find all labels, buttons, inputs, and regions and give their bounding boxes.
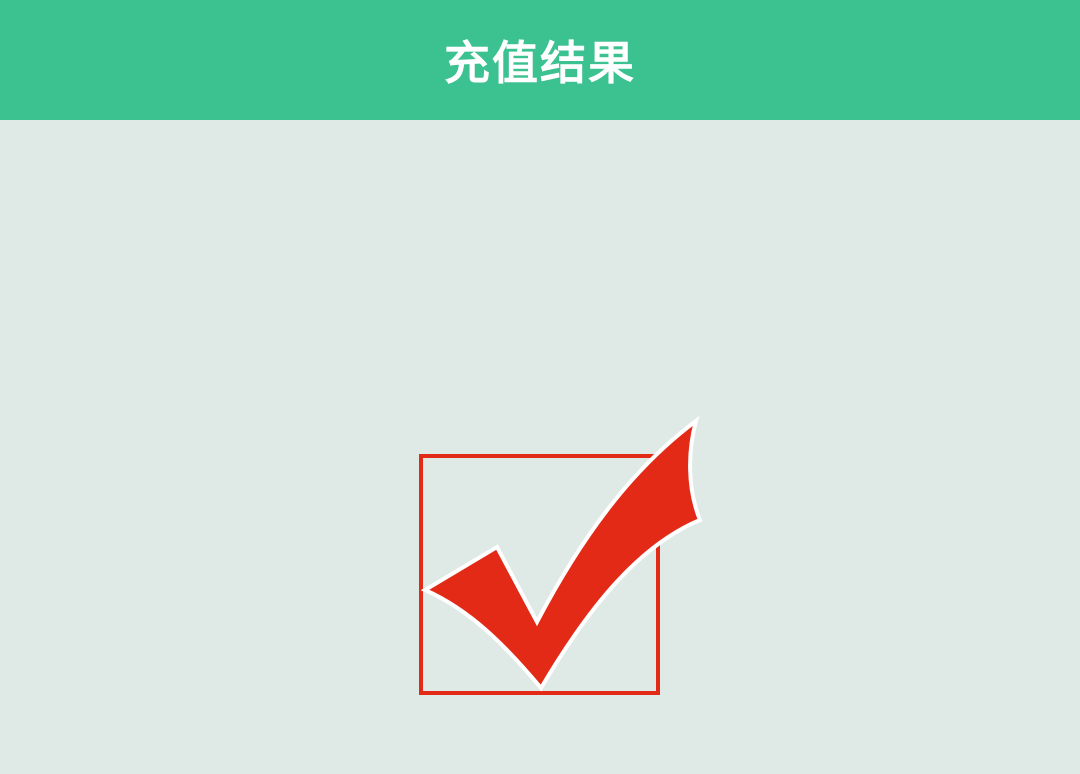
title-bar: 充值结果 (0, 0, 1080, 120)
page-title: 充值结果 (444, 36, 636, 90)
checkmark-in-box-icon (419, 415, 703, 695)
